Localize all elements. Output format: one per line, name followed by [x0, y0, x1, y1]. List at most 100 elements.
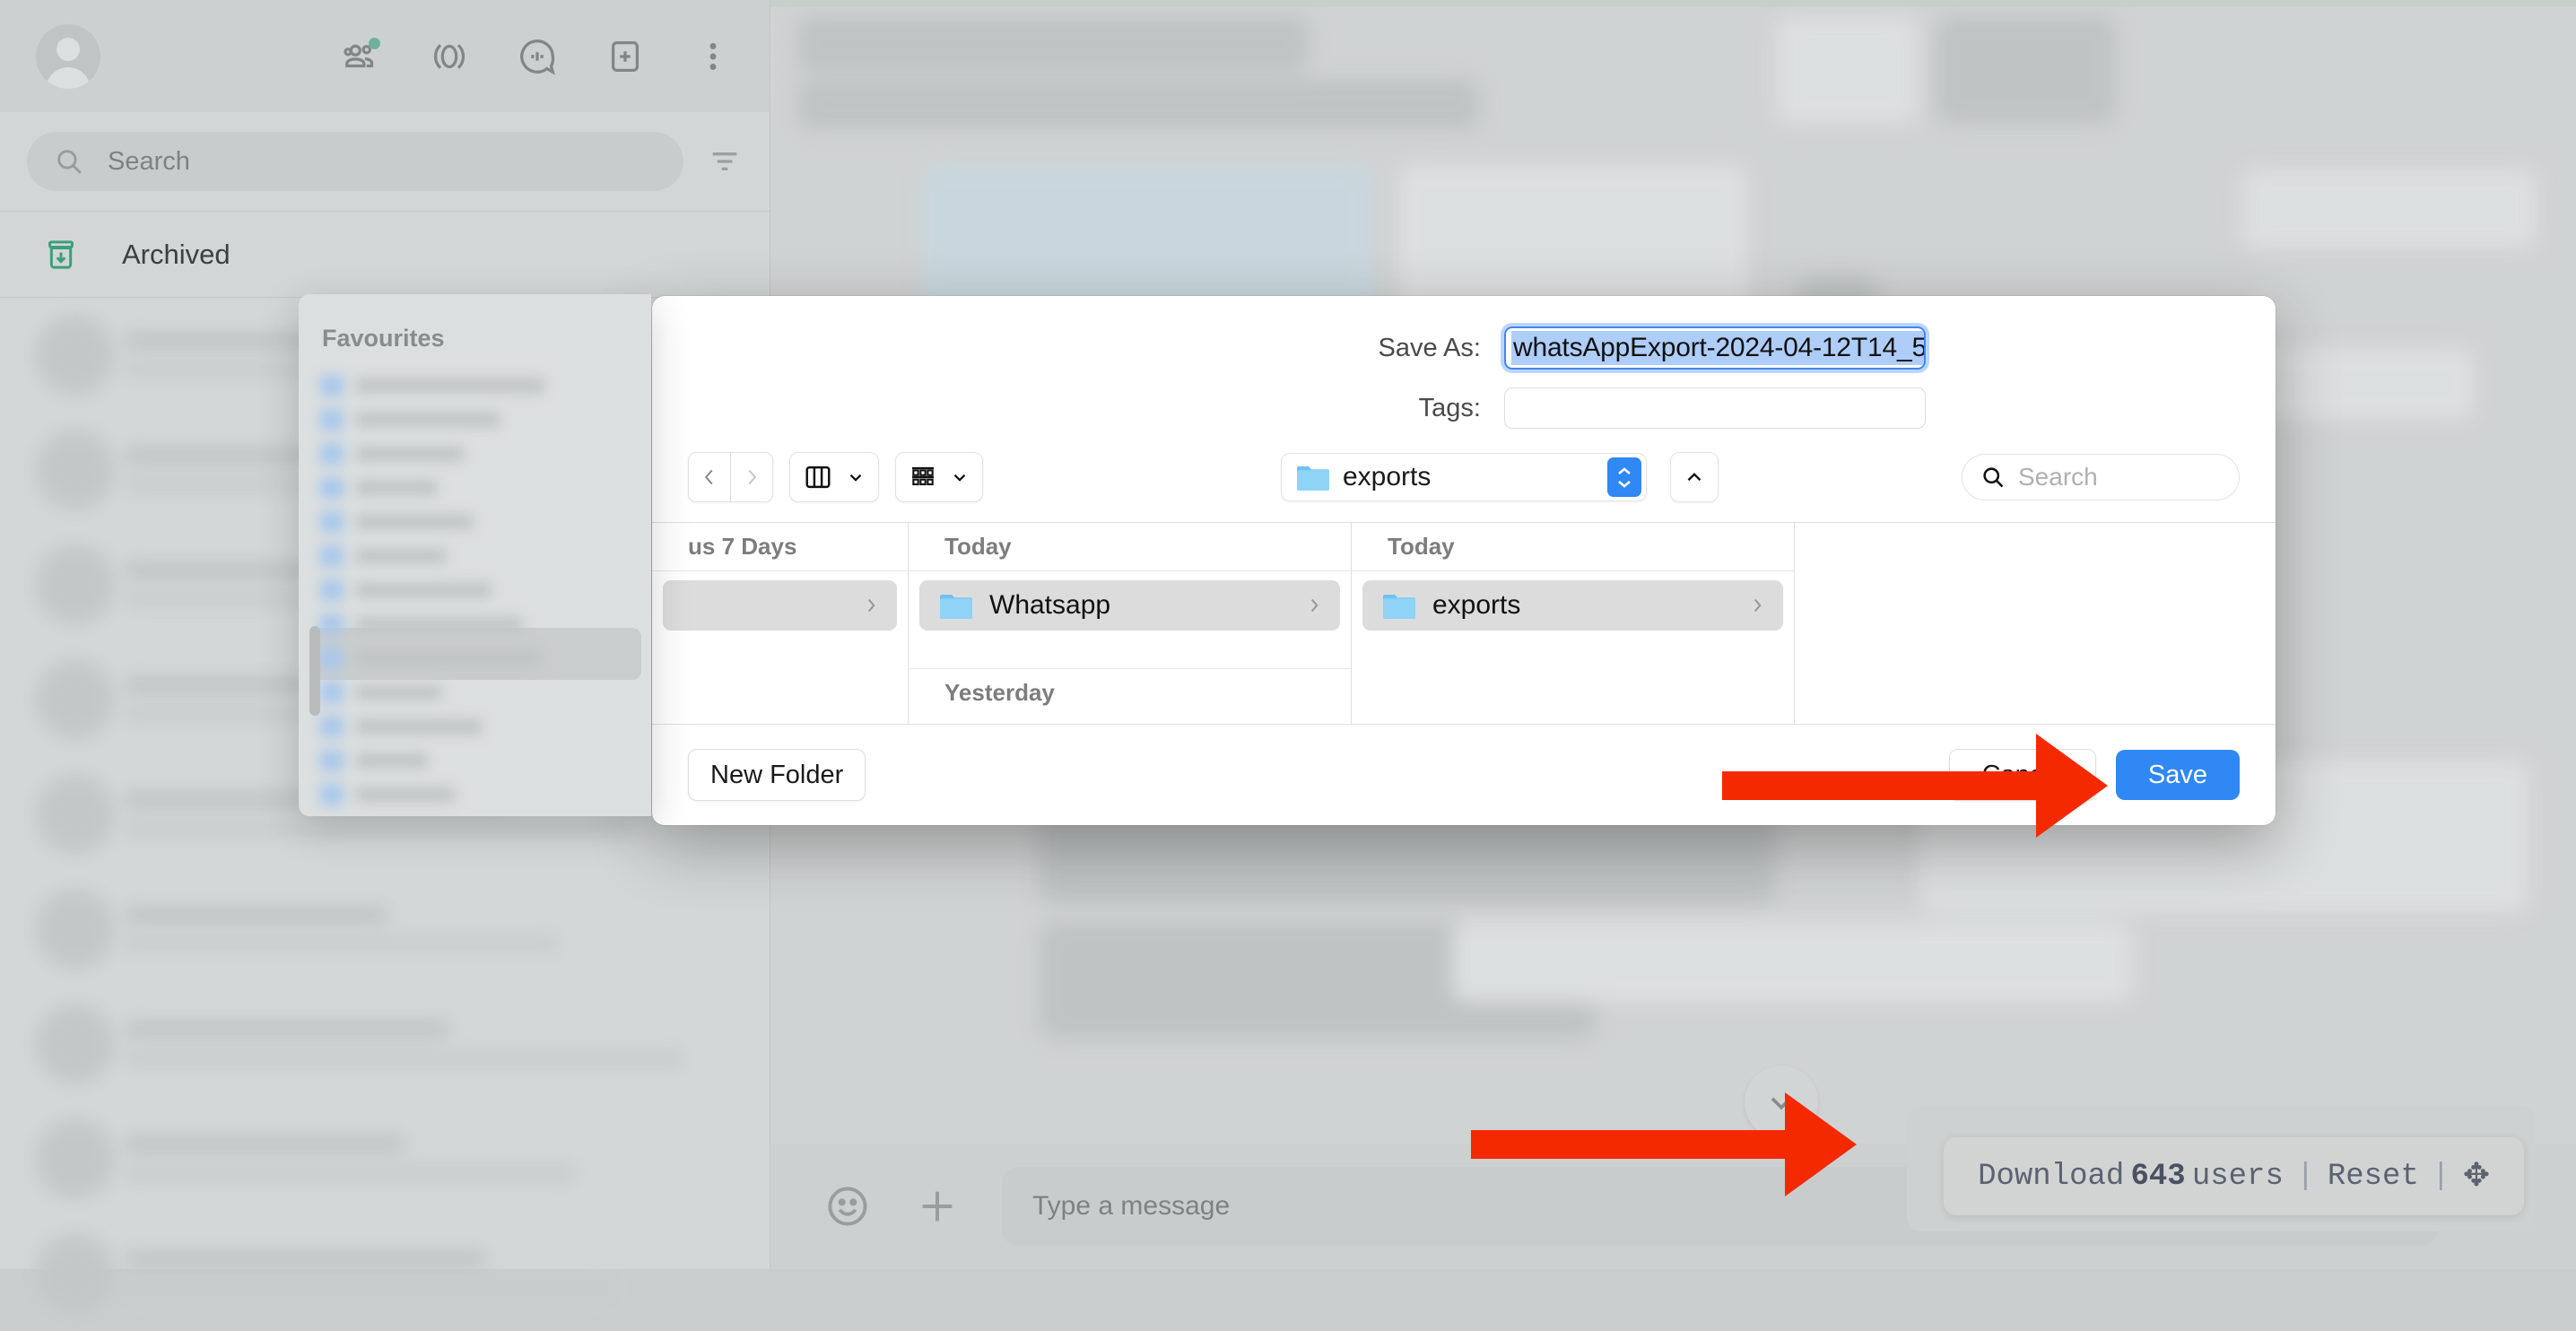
- list-item[interactable]: [299, 437, 651, 471]
- channels-icon[interactable]: [517, 36, 558, 77]
- favourite-icon: [320, 545, 344, 567]
- forward-button[interactable]: [731, 452, 773, 502]
- message-bubble: [2241, 348, 2475, 420]
- message-bubble: [2241, 169, 2537, 249]
- sidebar-item-archived[interactable]: Archived: [0, 212, 770, 297]
- favourites-popover: Favourites: [299, 294, 651, 816]
- arrow-to-save-button: [1722, 734, 2108, 838]
- favourite-icon: [320, 511, 344, 533]
- chevron-down-icon: [1618, 480, 1631, 488]
- communities-icon[interactable]: [341, 36, 382, 77]
- go-up-button[interactable]: [1670, 452, 1719, 502]
- column-2-item-whatsapp[interactable]: Whatsapp: [919, 580, 1340, 631]
- column-3-item-exports[interactable]: exports: [1362, 580, 1783, 631]
- message-bubble: [797, 16, 1309, 72]
- plus-attach-icon[interactable]: [912, 1181, 962, 1231]
- column-1: us 7 Days: [652, 523, 909, 724]
- filename-value: whatsAppExport-2024-04-12T14_5: [1511, 331, 1924, 365]
- column-3: Today exports: [1352, 523, 1795, 724]
- list-item[interactable]: [299, 744, 651, 778]
- dialog-search-input[interactable]: Search: [1962, 454, 2240, 500]
- favourite-icon: [320, 443, 344, 465]
- download-users-label: users: [2191, 1159, 2284, 1194]
- move-handle-icon[interactable]: ✥: [2463, 1157, 2490, 1196]
- filename-input[interactable]: whatsAppExport-2024-04-12T14_5: [1504, 326, 1926, 370]
- sidebar-search-row: Search: [0, 112, 770, 211]
- list-item[interactable]: [299, 573, 651, 607]
- favourites-list: [299, 369, 651, 812]
- tags-input[interactable]: [1504, 387, 1926, 429]
- favourite-icon: [320, 784, 344, 805]
- folder-icon: [1382, 592, 1416, 620]
- message-bubble: [797, 79, 1479, 129]
- favourite-icon: [320, 375, 344, 396]
- new-chat-icon[interactable]: [605, 36, 646, 77]
- save-as-label: Save As:: [1378, 333, 1481, 362]
- column-1-item-0[interactable]: [663, 580, 897, 631]
- column-3-item-label: exports: [1432, 590, 1521, 620]
- download-users-widget[interactable]: Download 643 users | Reset | ✥: [1944, 1137, 2524, 1215]
- path-stepper[interactable]: [1607, 457, 1641, 497]
- view-mode-button[interactable]: [789, 452, 879, 502]
- save-dialog-fields: Save As: whatsAppExport-2024-04-12T14_5 …: [652, 296, 2276, 447]
- widget-separator-2: |: [2432, 1159, 2450, 1194]
- list-item[interactable]: [299, 369, 651, 403]
- path-popup-button[interactable]: exports: [1281, 453, 1647, 501]
- favourites-title: Favourites: [322, 325, 445, 352]
- list-item[interactable]: [299, 778, 651, 812]
- save-as-row: Save As: whatsAppExport-2024-04-12T14_5: [652, 326, 2276, 370]
- chevron-right-icon: [748, 469, 757, 485]
- folder-icon: [939, 592, 973, 620]
- archived-label: Archived: [122, 238, 231, 270]
- filter-icon[interactable]: [707, 144, 743, 179]
- menu-dots-icon[interactable]: [692, 36, 734, 77]
- chevron-down-icon: [849, 474, 862, 482]
- arrow-to-download-widget: [1471, 1092, 1857, 1196]
- group-by-button[interactable]: [895, 452, 983, 502]
- path-label: exports: [1343, 462, 1432, 492]
- favourite-icon: [320, 716, 344, 737]
- download-count: 643: [2130, 1159, 2186, 1194]
- list-item[interactable]: [299, 403, 651, 437]
- chevron-left-icon: [704, 469, 713, 485]
- list-item[interactable]: [299, 641, 651, 675]
- new-folder-button[interactable]: New Folder: [688, 749, 866, 801]
- list-item[interactable]: [299, 471, 651, 505]
- list-item[interactable]: [36, 987, 770, 1101]
- favourite-icon: [320, 409, 344, 431]
- reset-button[interactable]: Reset: [2328, 1160, 2419, 1194]
- chat-topbar: [770, 0, 2576, 7]
- favourites-scrollbar[interactable]: [309, 626, 320, 716]
- save-button[interactable]: Save: [2115, 750, 2240, 800]
- message-placeholder: Type a message: [1032, 1191, 1231, 1221]
- list-item[interactable]: [299, 505, 651, 539]
- list-item[interactable]: [36, 1101, 770, 1216]
- column-2-item-label: Whatsapp: [989, 590, 1111, 620]
- user-avatar[interactable]: [36, 23, 100, 89]
- tags-label: Tags:: [1418, 393, 1481, 422]
- list-item[interactable]: [299, 539, 651, 573]
- list-item[interactable]: [299, 607, 651, 641]
- chevron-down-icon: [953, 474, 966, 482]
- folder-icon: [1296, 464, 1330, 492]
- save-dialog-toolbar: exports Search: [652, 447, 2276, 522]
- column-2-subheader-yesterday: Yesterday: [909, 668, 1351, 717]
- search-input[interactable]: Search: [27, 132, 683, 191]
- favourite-icon: [320, 477, 344, 499]
- list-item[interactable]: [36, 872, 770, 987]
- back-button[interactable]: [688, 452, 731, 502]
- group-by-icon: [912, 466, 934, 486]
- chevron-right-icon: [1754, 598, 1762, 613]
- download-label: Download: [1978, 1159, 2125, 1194]
- message-bubble: [1452, 922, 2134, 1003]
- list-item[interactable]: [299, 709, 651, 744]
- search-placeholder: Search: [108, 146, 190, 176]
- column-3-header: Today: [1352, 523, 1794, 571]
- message-bubble: [1936, 16, 2116, 124]
- favourite-icon: [320, 682, 344, 703]
- column-view-icon: [805, 465, 831, 489]
- list-item[interactable]: [36, 1216, 770, 1331]
- emoji-icon[interactable]: [822, 1181, 873, 1231]
- status-icon[interactable]: [429, 36, 470, 77]
- list-item[interactable]: [299, 675, 651, 709]
